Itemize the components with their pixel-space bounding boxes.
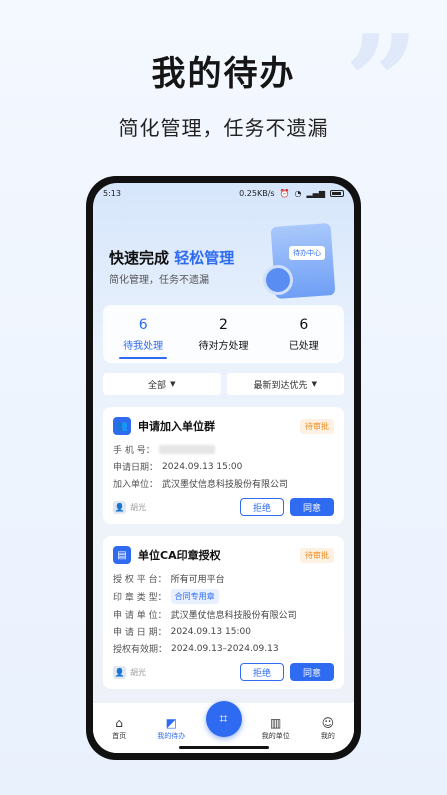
field-key: 申请日期： [113,463,159,473]
nav-label: 我的 [320,732,335,740]
card-field: 手 机 号： [113,443,334,456]
home-icon: ⌂ [115,716,123,730]
banner-subtitle: 简化管理，任务不遗漏 [109,275,209,286]
illustration-circle [263,265,293,295]
promo-title: 我的待办 [151,54,296,94]
agree-button[interactable]: 同意 [290,498,334,516]
applicant-name: 胡光 [130,667,146,677]
card-field: 加入单位： 武汉墨仗信息科技股份有限公司 [113,477,334,490]
status-tabs: 6 待我处理 2 待对方处理 6 已处理 [103,305,344,363]
field-value: 2024.09.13 15:00 [162,461,243,472]
tab-label: 待对方处理 [198,340,249,352]
bottom-nav: ⌂ 首页 ◩ 我的待办 ▥ 我的单位 ☺ 我的 ⌗ [93,701,354,753]
tab-processed[interactable]: 6 已处理 [264,305,344,363]
nav-my-unit[interactable]: ▥ 我的单位 [250,717,302,741]
phone-frame: 5:13 0.25KB/s ⏰ ◔ ▂▄▆ 快速完成 轻松管理 简化管理，任务不… [86,176,361,760]
reject-button[interactable]: 拒绝 [240,663,284,681]
home-indicator [178,746,269,749]
todo-chart-icon: ◩ [165,716,177,730]
card-field: 印 章 类 型： 合同专用章 [113,589,334,604]
nav-label: 我的单位 [261,732,290,740]
field-key: 授权有效期： [113,645,168,655]
sort-filter[interactable]: 最新到达优先 ▼ [226,373,344,395]
nav-my-todo[interactable]: ◩ 我的待办 [145,717,197,741]
scan-icon: ⌗ [219,711,228,727]
phone-screen: 5:13 0.25KB/s ⏰ ◔ ▂▄▆ 快速完成 轻松管理 简化管理，任务不… [93,183,354,753]
banner-title: 快速完成 轻松管理 [109,247,234,268]
todo-card-join-group[interactable]: 👥 申请加入单位群 待审批 手 机 号： 申请日期： 2024.09.13 15… [103,407,344,524]
tab-pending-me[interactable]: 6 待我处理 [103,305,183,363]
alarm-icon: ⏰ [279,188,290,198]
field-key: 手 机 号： [113,446,155,456]
reject-button[interactable]: 拒绝 [240,498,284,516]
status-bar: 5:13 0.25KB/s ⏰ ◔ ▂▄▆ [93,183,354,203]
battery-icon [330,189,344,197]
field-value: 武汉墨仗信息科技股份有限公司 [162,480,289,490]
tab-count: 6 [138,316,148,333]
card-field: 授 权 平 台： 所有可用平台 [113,572,334,585]
banner: 快速完成 轻松管理 简化管理，任务不遗漏 待办中心 [93,203,354,305]
card-field: 申 请 单 位： 武汉墨仗信息科技股份有限公司 [113,608,334,621]
promo-subtitle: 简化管理，任务不遗漏 [118,116,329,140]
seal-type-chip: 合同专用章 [170,589,219,604]
ca-seal-icon: ▤ [113,546,131,564]
tab-count: 2 [219,316,228,333]
field-value: 武汉墨仗信息科技股份有限公司 [170,611,297,621]
field-key: 申 请 日 期： [113,628,167,638]
nav-home[interactable]: ⌂ 首页 [93,717,145,741]
todo-card-ca-seal[interactable]: ▤ 单位CA印章授权 待审批 授 权 平 台： 所有可用平台 印 章 类 型： … [103,536,344,689]
field-key: 加入单位： [113,480,159,490]
tab-pending-other[interactable]: 2 待对方处理 [183,305,263,363]
masked-phone [158,445,215,454]
illustration-tag: 待办中心 [289,246,325,260]
status-badge: 待审批 [300,419,334,434]
avatar: 👤 [113,500,126,514]
tab-label: 待我处理 [123,340,164,352]
card-title: 单位CA印章授权 [138,549,221,562]
banner-title-accent: 轻松管理 [174,249,235,267]
card-title: 申请加入单位群 [138,420,215,433]
building-icon: ▥ [270,716,282,730]
wifi-icon: ◔ [294,188,302,198]
field-value: 所有可用平台 [170,575,225,585]
tab-count: 6 [299,316,309,333]
field-key: 授 权 平 台： [113,575,167,585]
applicant: 👤 胡光 [113,500,146,514]
card-field: 授权有效期： 2024.09.13–2024.09.13 [113,642,334,656]
avatar: 👤 [113,665,126,679]
field-key: 申 请 单 位： [113,611,167,621]
user-group-icon: 👥 [113,417,131,435]
field-value: 2024.09.13 15:00 [170,626,251,637]
card-field: 申 请 日 期： 2024.09.13 15:00 [113,625,334,639]
card-field: 申请日期： 2024.09.13 15:00 [113,460,334,474]
scope-filter-label: 全部 [148,380,167,391]
caret-down-icon: ▼ [170,380,176,388]
nav-label: 我的待办 [157,732,186,740]
sort-filter-label: 最新到达优先 [253,380,308,391]
signal-icon: ▂▄▆ [306,188,325,198]
scan-button[interactable]: ⌗ [205,701,242,737]
nav-label: 首页 [112,732,127,740]
applicant-name: 胡光 [130,502,146,512]
tab-label: 已处理 [288,340,319,352]
filter-bar: 全部 ▼ 最新到达优先 ▼ [103,373,344,395]
network-speed: 0.25KB/s [239,188,275,198]
field-key: 印 章 类 型： [113,593,167,603]
nav-profile[interactable]: ☺ 我的 [302,717,354,741]
agree-button[interactable]: 同意 [290,663,334,681]
banner-title-plain: 快速完成 [109,249,170,267]
status-icons: 0.25KB/s ⏰ ◔ ▂▄▆ [239,189,344,198]
status-time: 5:13 [103,188,121,198]
caret-down-icon: ▼ [311,380,317,388]
status-badge: 待审批 [300,548,334,563]
field-value: 2024.09.13–2024.09.13 [171,643,279,654]
profile-icon: ☺ [321,716,335,730]
applicant: 👤 胡光 [113,665,146,679]
scope-filter[interactable]: 全部 ▼ [103,373,221,395]
